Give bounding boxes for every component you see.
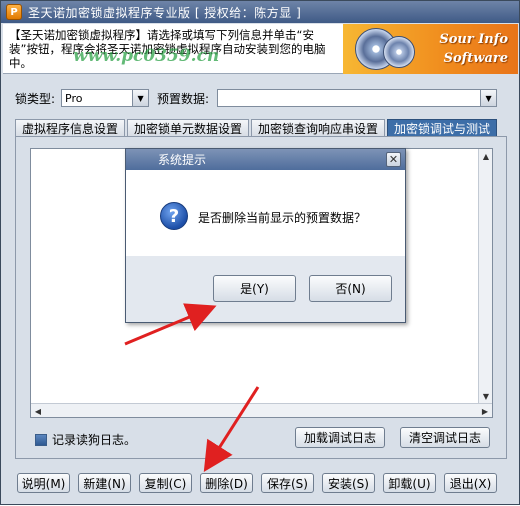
logo-line-1: Sour Info — [439, 32, 508, 47]
info-banner: 【圣天诺加密锁虚拟程序】请选择或填写下列信息并单击“安装”按钮，程序会将圣天诺加… — [3, 24, 518, 74]
preset-data-label: 预置数据: — [157, 91, 210, 106]
lock-type-select[interactable]: Pro ▼ — [61, 89, 150, 107]
install-button[interactable]: 安装(S) — [322, 473, 375, 493]
confirm-dialog: 系统提示 ✕ ? 是否删除当前显示的预置数据？ 是(Y) 否(N) — [125, 148, 406, 323]
preset-data-select[interactable]: ▼ — [217, 89, 498, 107]
main-window: P 圣天诺加密锁虚拟程序专业版 [ 授权给：陈方显 ] 【圣天诺加密锁虚拟程序】… — [0, 0, 520, 505]
watermark-text: www.pc0359.cn — [73, 46, 220, 66]
dialog-title-bar[interactable]: 系统提示 ✕ — [126, 149, 405, 170]
scroll-right-icon[interactable]: ▶ — [478, 404, 492, 418]
tab-strip: 虚拟程序信息设置 加密锁单元数据设置 加密锁查询响应串设置 加密锁调试与测试 — [15, 119, 499, 136]
save-button[interactable]: 保存(S) — [261, 473, 314, 493]
app-icon: P — [6, 4, 22, 20]
lock-settings-row: 锁类型: Pro ▼ 预置数据: ▼ — [15, 89, 498, 107]
load-log-button[interactable]: 加载调试日志 — [295, 427, 385, 448]
chevron-down-icon[interactable]: ▼ — [132, 90, 149, 106]
tab-debug-test[interactable]: 加密锁调试与测试 — [387, 119, 498, 136]
company-logo: Sour Info Software — [343, 24, 518, 74]
yes-button[interactable]: 是(Y) — [213, 275, 296, 302]
scroll-up-icon[interactable]: ▲ — [479, 149, 493, 163]
close-icon[interactable]: ✕ — [386, 152, 401, 167]
scroll-down-icon[interactable]: ▼ — [479, 389, 493, 403]
copy-button[interactable]: 复制(C) — [139, 473, 192, 493]
vertical-scrollbar[interactable]: ▲ ▼ — [478, 149, 492, 403]
no-button[interactable]: 否(N) — [309, 275, 392, 302]
question-icon: ? — [160, 202, 188, 230]
new-button[interactable]: 新建(N) — [78, 473, 131, 493]
chevron-down-icon[interactable]: ▼ — [480, 90, 497, 106]
tab-query-response[interactable]: 加密锁查询响应串设置 — [251, 119, 386, 136]
log-checkbox-row[interactable]: 记录读狗日志。 — [35, 431, 136, 448]
dialog-title: 系统提示 — [158, 153, 207, 167]
lock-type-value: Pro — [65, 91, 83, 105]
horizontal-scrollbar[interactable]: ◀ ▶ — [31, 403, 492, 417]
window-title: 圣天诺加密锁虚拟程序专业版 [ 授权给：陈方显 ] — [28, 5, 302, 20]
help-button[interactable]: 说明(M) — [17, 473, 70, 493]
title-bar[interactable]: P 圣天诺加密锁虚拟程序专业版 [ 授权给：陈方显 ] — [1, 1, 519, 23]
delete-button[interactable]: 删除(D) — [200, 473, 253, 493]
exit-button[interactable]: 退出(X) — [444, 473, 497, 493]
log-checkbox-label: 记录读狗日志。 — [52, 433, 137, 447]
tab-program-info[interactable]: 虚拟程序信息设置 — [15, 119, 126, 136]
disc-icon — [383, 36, 415, 68]
logo-line-2: Software — [443, 51, 508, 66]
dialog-footer: 是(Y) 否(N) — [126, 256, 405, 322]
uninstall-button[interactable]: 卸载(U) — [383, 473, 436, 493]
lock-type-label: 锁类型: — [15, 91, 56, 106]
clear-log-button[interactable]: 清空调试日志 — [400, 427, 490, 448]
log-checkbox[interactable] — [35, 433, 47, 446]
tab-unit-data[interactable]: 加密锁单元数据设置 — [127, 119, 250, 136]
dialog-message: 是否删除当前显示的预置数据？ — [198, 211, 367, 225]
dialog-body: ? 是否删除当前显示的预置数据？ — [126, 170, 405, 256]
scroll-left-icon[interactable]: ◀ — [31, 404, 45, 418]
